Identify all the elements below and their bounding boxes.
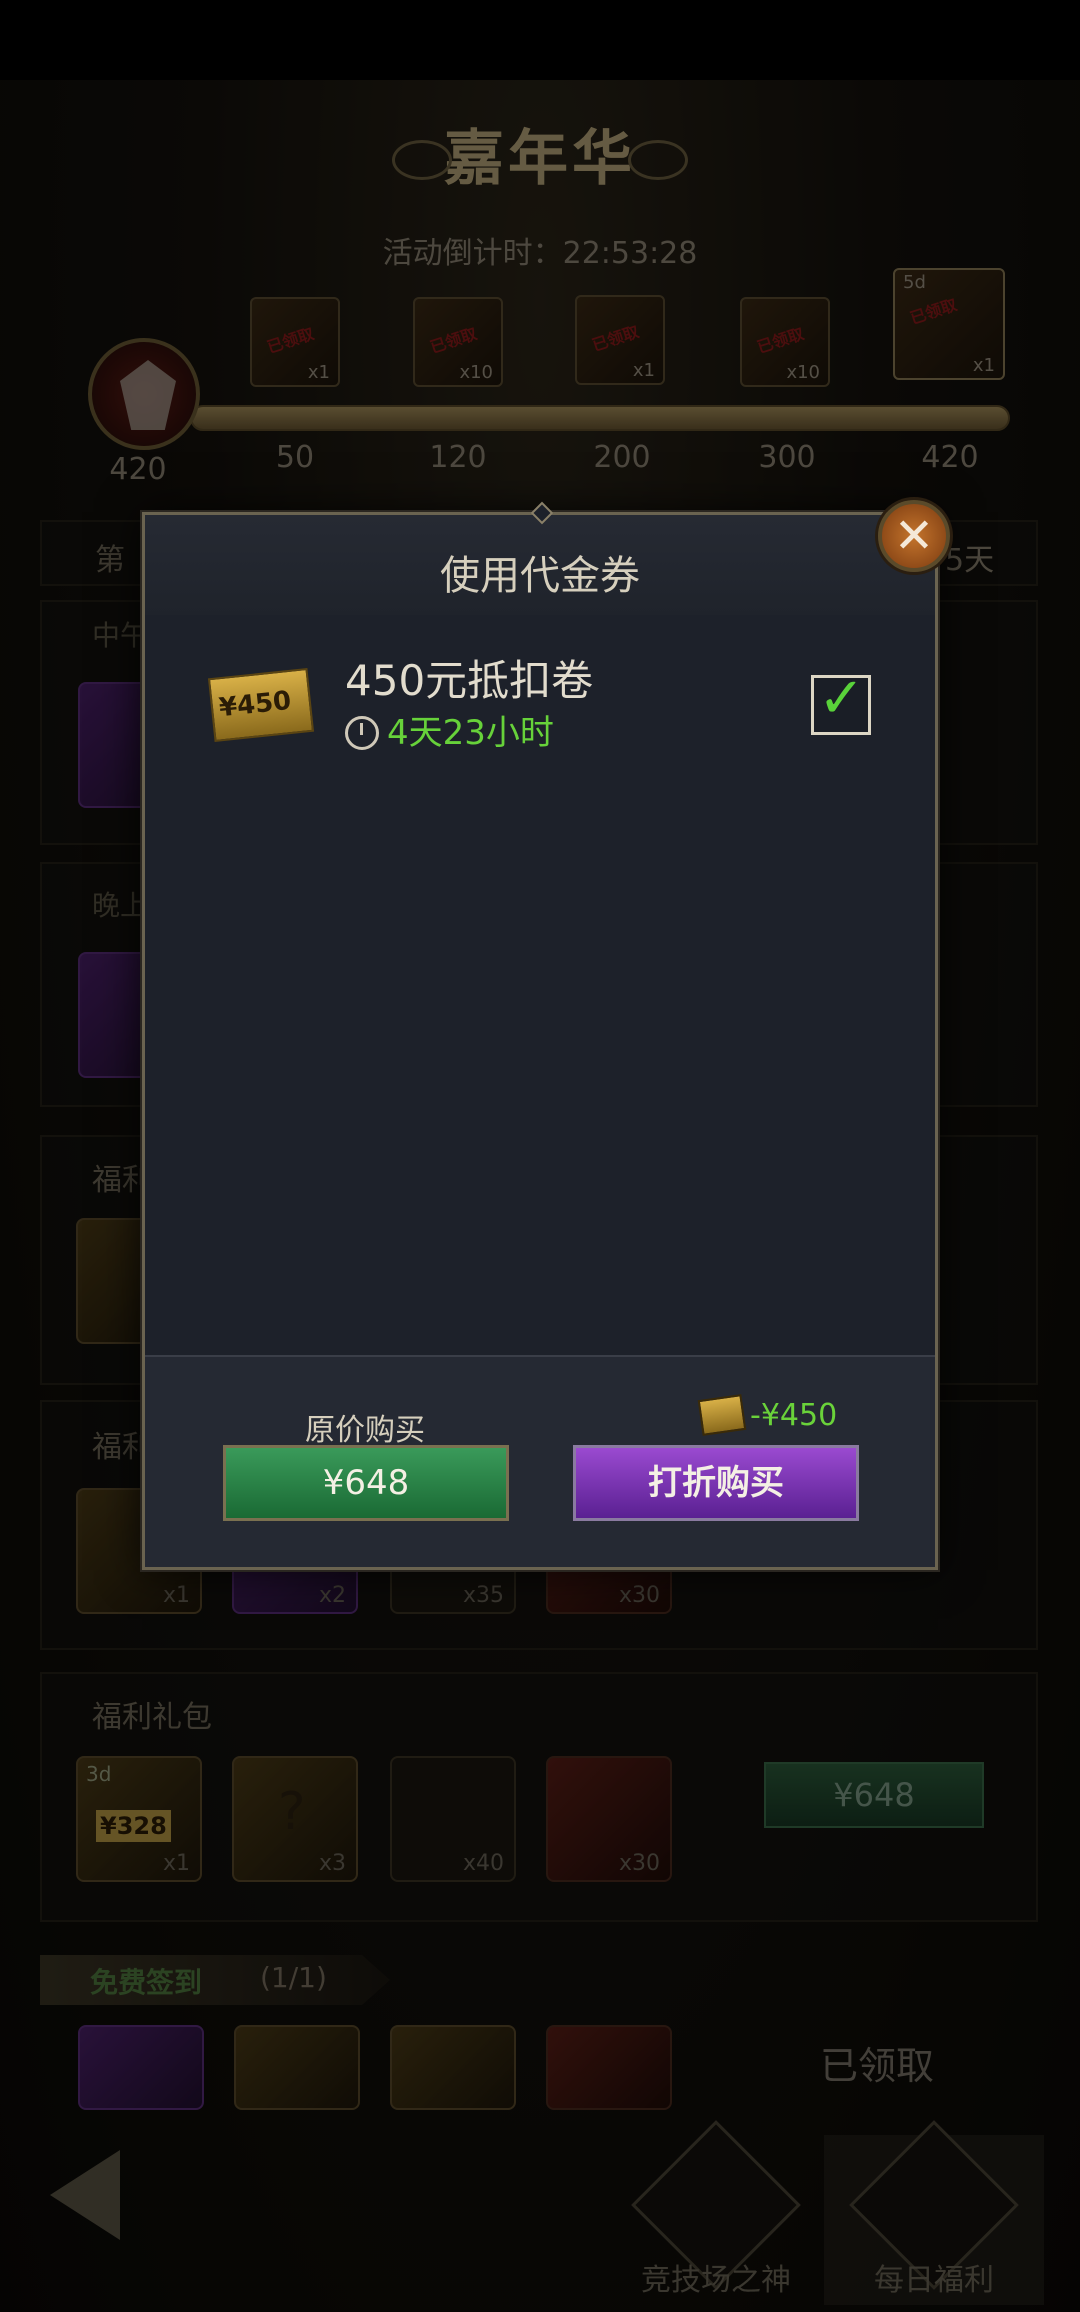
original-price-button[interactable]: ¥648 xyxy=(223,1445,509,1521)
original-price-label: 原价购买 xyxy=(305,1413,425,1448)
voucher-mini-icon xyxy=(697,1394,747,1436)
close-button[interactable]: ✕ xyxy=(878,500,950,572)
modal-title: 使用代金券 xyxy=(440,553,640,599)
voucher-name: 450元抵扣卷 xyxy=(345,656,594,705)
voucher-checkbox[interactable]: ✓ xyxy=(811,666,871,735)
clock-icon xyxy=(345,716,379,750)
checkmark-icon: ✓ xyxy=(818,666,865,731)
discount-buy-button[interactable]: 打折购买 xyxy=(573,1445,859,1521)
voucher-icon-value: ¥450 xyxy=(217,685,293,724)
voucher-list-item[interactable]: ¥450 450元抵扣卷 4天23小时 xyxy=(205,645,885,765)
voucher-ticket-icon: ¥450 xyxy=(205,651,315,755)
voucher-card: ¥450 xyxy=(207,667,315,743)
voucher-time-left: 4天23小时 xyxy=(345,705,554,754)
discount-amount: -¥450 xyxy=(750,1398,838,1433)
modal-header: 使用代金券 xyxy=(145,515,935,615)
voucher-modal: 使用代金券 ¥450 450元抵扣卷 4天23小时 ✓ 原价购买 -¥450 ¥… xyxy=(142,501,938,1570)
close-icon: ✕ xyxy=(893,508,935,564)
discount-amount-label: -¥450 xyxy=(697,1394,838,1436)
voucher-time-text: 4天23小时 xyxy=(387,713,554,753)
